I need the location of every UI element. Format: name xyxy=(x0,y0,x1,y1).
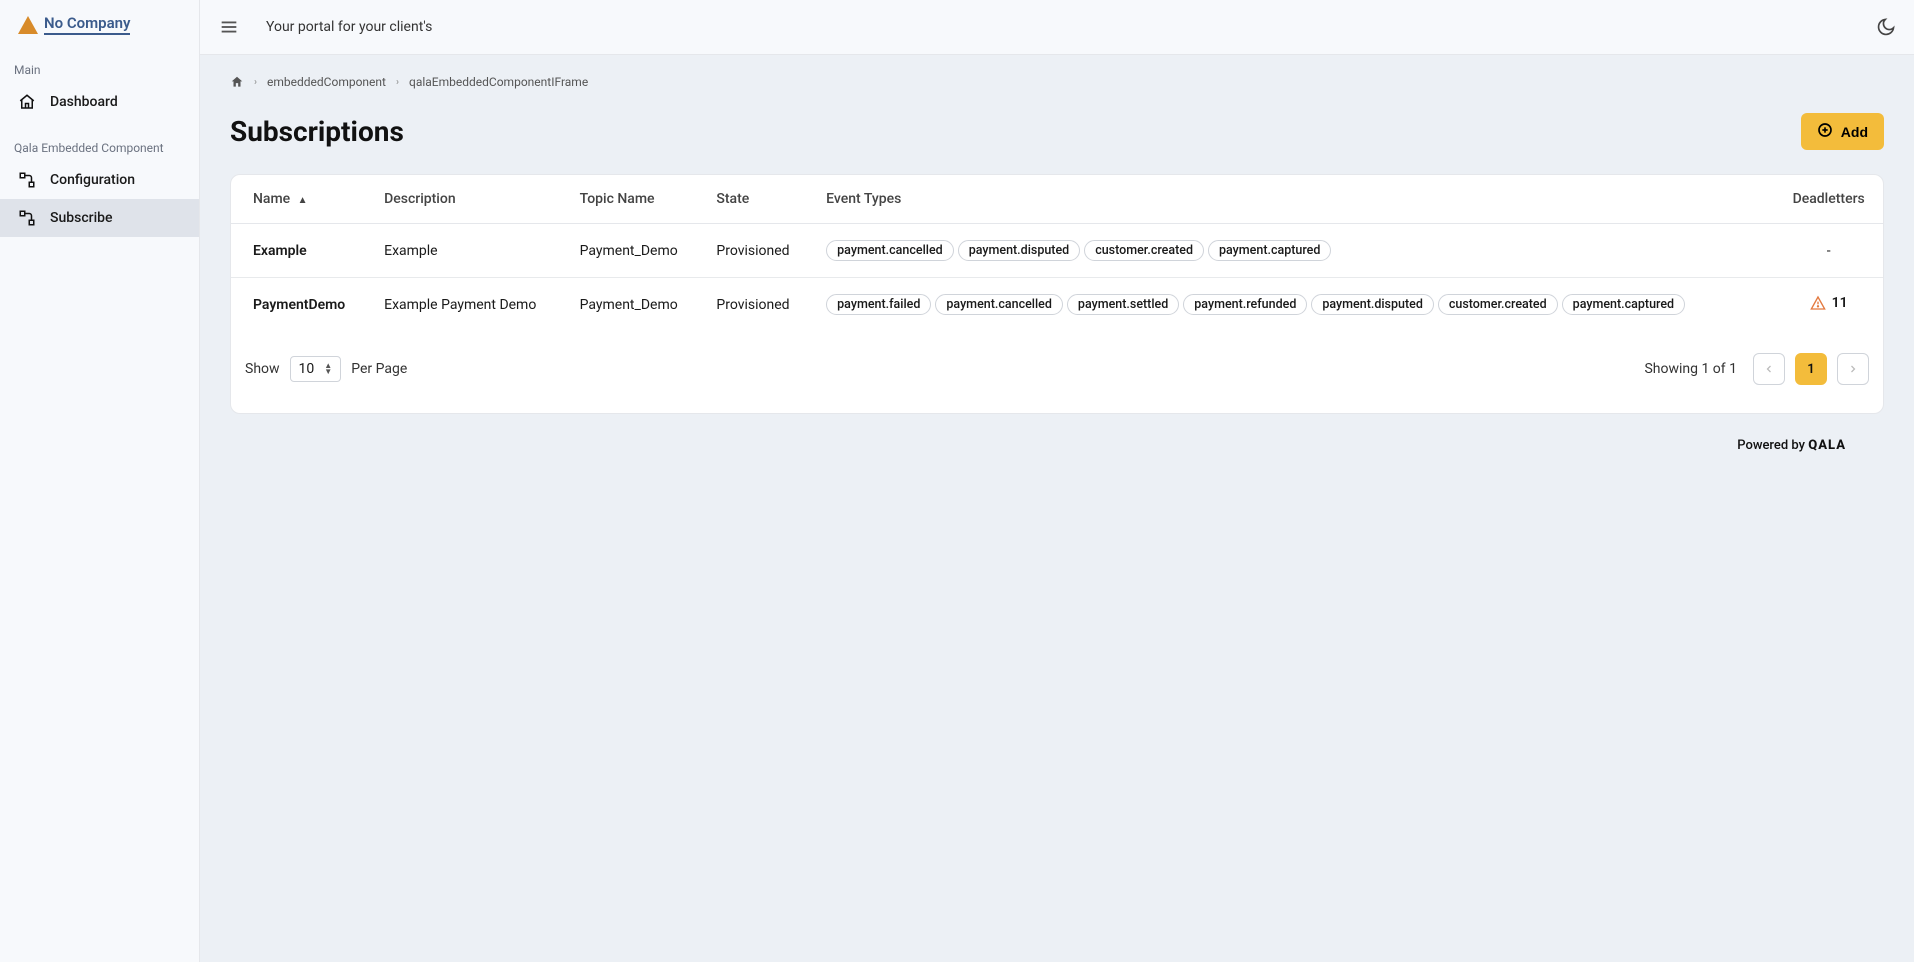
cell-event-types: payment.failedpayment.cancelledpayment.s… xyxy=(812,278,1774,332)
breadcrumb: › embeddedComponent › qalaEmbeddedCompon… xyxy=(230,75,1884,89)
column-state[interactable]: State xyxy=(702,175,812,224)
table-footer: Show 10 ▲▼ Per Page Showing 1 of 1 1 xyxy=(231,331,1883,413)
cell-name: PaymentDemo xyxy=(231,278,370,332)
logo-text: No Company xyxy=(44,14,130,35)
chevron-right-icon: › xyxy=(254,77,257,88)
breadcrumb-item[interactable]: qalaEmbeddedComponentIFrame xyxy=(409,75,588,89)
moon-icon[interactable] xyxy=(1876,17,1896,37)
show-label: Show xyxy=(245,361,280,377)
topbar: Your portal for your client's xyxy=(200,0,1914,55)
select-arrows-icon: ▲▼ xyxy=(324,363,332,375)
page-title: Subscriptions xyxy=(230,115,404,148)
sidebar-section-main: Main xyxy=(0,43,199,83)
table-row[interactable]: ExampleExamplePayment_DemoProvisionedpay… xyxy=(231,224,1883,278)
cell-event-types: payment.cancelledpayment.disputedcustome… xyxy=(812,224,1774,278)
sidebar: No Company Main Dashboard Qala Embedded … xyxy=(0,0,200,962)
event-type-chip: payment.failed xyxy=(826,294,931,315)
pagination-info: Showing 1 of 1 xyxy=(1644,361,1737,377)
page-size-value: 10 xyxy=(299,361,315,377)
sidebar-item-dashboard[interactable]: Dashboard xyxy=(0,83,199,121)
column-deadletters[interactable]: Deadletters xyxy=(1774,175,1883,224)
sidebar-item-label: Configuration xyxy=(50,172,135,188)
event-type-chip: payment.captured xyxy=(1562,294,1685,315)
breadcrumb-item[interactable]: embeddedComponent xyxy=(267,75,386,89)
home-icon xyxy=(18,93,36,111)
event-type-chip: payment.settled xyxy=(1067,294,1179,315)
column-description[interactable]: Description xyxy=(370,175,566,224)
pagination-page-1[interactable]: 1 xyxy=(1795,353,1827,385)
deadletter-warning: 11 xyxy=(1810,295,1848,311)
sidebar-section-qala: Qala Embedded Component xyxy=(0,121,199,161)
workflow-icon xyxy=(18,209,36,227)
logo-mark-icon xyxy=(18,16,38,34)
menu-toggle-icon[interactable] xyxy=(218,16,240,38)
event-type-chip: payment.cancelled xyxy=(826,240,954,261)
chevron-right-icon: › xyxy=(396,77,399,88)
add-button[interactable]: Add xyxy=(1801,113,1884,150)
sidebar-item-configuration[interactable]: Configuration xyxy=(0,161,199,199)
workflow-icon xyxy=(18,171,36,189)
cell-name: Example xyxy=(231,224,370,278)
cell-topic: Payment_Demo xyxy=(566,224,703,278)
cell-description: Example Payment Demo xyxy=(370,278,566,332)
pagination-prev-button[interactable] xyxy=(1753,353,1785,385)
breadcrumb-home-icon[interactable] xyxy=(230,75,244,89)
alert-triangle-icon xyxy=(1810,295,1826,311)
event-type-chip: payment.cancelled xyxy=(935,294,1063,315)
powered-by: Powered by QALA xyxy=(230,414,1884,467)
cell-deadletters: 11 xyxy=(1774,278,1883,332)
plus-circle-icon xyxy=(1817,122,1833,141)
add-button-label: Add xyxy=(1841,124,1868,140)
per-page-label: Per Page xyxy=(351,361,407,377)
column-name[interactable]: Name ▲ xyxy=(231,175,370,224)
page-header: Subscriptions Add xyxy=(230,113,1884,150)
topbar-title: Your portal for your client's xyxy=(266,19,432,35)
column-topic[interactable]: Topic Name xyxy=(566,175,703,224)
pagination-next-button[interactable] xyxy=(1837,353,1869,385)
event-type-chip: payment.disputed xyxy=(958,240,1081,261)
table-row[interactable]: PaymentDemoExample Payment DemoPayment_D… xyxy=(231,278,1883,332)
main: › embeddedComponent › qalaEmbeddedCompon… xyxy=(200,55,1914,962)
sidebar-item-subscribe[interactable]: Subscribe xyxy=(0,199,199,237)
event-type-chip: customer.created xyxy=(1438,294,1558,315)
sidebar-item-label: Dashboard xyxy=(50,94,118,110)
event-type-chip: payment.refunded xyxy=(1183,294,1307,315)
cell-description: Example xyxy=(370,224,566,278)
cell-topic: Payment_Demo xyxy=(566,278,703,332)
event-type-chip: customer.created xyxy=(1084,240,1204,261)
event-type-chip: payment.disputed xyxy=(1311,294,1434,315)
cell-deadletters: - xyxy=(1774,224,1883,278)
page-size-select[interactable]: 10 ▲▼ xyxy=(290,356,342,382)
cell-state: Provisioned xyxy=(702,224,812,278)
sort-asc-icon: ▲ xyxy=(298,195,308,206)
cell-state: Provisioned xyxy=(702,278,812,332)
event-type-chip: payment.captured xyxy=(1208,240,1331,261)
brand-name: QALA xyxy=(1808,438,1846,453)
content-area: Your portal for your client's › embedded… xyxy=(200,0,1914,962)
subscriptions-table: Name ▲ Description Topic Name State Even… xyxy=(231,175,1883,331)
logo: No Company xyxy=(0,0,199,43)
sidebar-item-label: Subscribe xyxy=(50,210,113,226)
subscriptions-card: Name ▲ Description Topic Name State Even… xyxy=(230,174,1884,414)
column-event-types[interactable]: Event Types xyxy=(812,175,1774,224)
